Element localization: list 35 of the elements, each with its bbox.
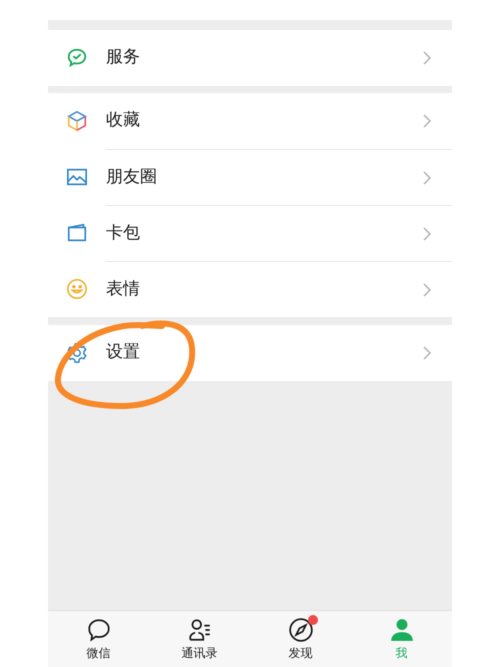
tab-label: 微信 (86, 644, 110, 662)
menu-item[interactable]: 服务 (48, 30, 452, 86)
tab-label: 通讯录 (182, 644, 218, 662)
chevron-right-icon (422, 113, 432, 129)
compass-icon (288, 616, 314, 642)
card-icon (66, 222, 88, 244)
picture-frame-icon (66, 166, 88, 188)
menu-label: 卡包 (106, 222, 141, 245)
contacts-icon (186, 616, 212, 642)
cube-icon (66, 110, 88, 132)
menu-item[interactable]: 收藏 (48, 93, 452, 149)
menu-item[interactable]: 朋友圈 (48, 149, 452, 205)
chevron-right-icon (422, 170, 432, 186)
chat-bubble-icon (86, 616, 112, 642)
check-bubble-icon (66, 47, 88, 69)
menu-item[interactable]: 表情 (48, 261, 452, 317)
menu-label: 设置 (106, 341, 141, 364)
menu-label: 服务 (106, 46, 141, 70)
menu-label: 朋友圈 (106, 166, 158, 189)
person-icon (388, 616, 414, 642)
menu-item[interactable]: 卡包 (48, 205, 452, 261)
menu-label: 收藏 (106, 109, 141, 132)
tab-label: 我 (396, 644, 408, 662)
chevron-right-icon (422, 345, 432, 361)
menu-item[interactable]: 设置 (48, 325, 452, 381)
tab-label: 发现 (288, 644, 312, 662)
tab[interactable]: 发现 (250, 611, 351, 667)
chevron-right-icon (422, 282, 432, 298)
tab[interactable]: 通讯录 (149, 611, 250, 667)
tab[interactable]: 微信 (48, 611, 149, 667)
settings-icon (66, 342, 88, 364)
chevron-right-icon (422, 50, 432, 66)
menu-label: 表情 (106, 278, 141, 301)
chevron-right-icon (422, 226, 432, 242)
smiley-icon (66, 278, 88, 300)
